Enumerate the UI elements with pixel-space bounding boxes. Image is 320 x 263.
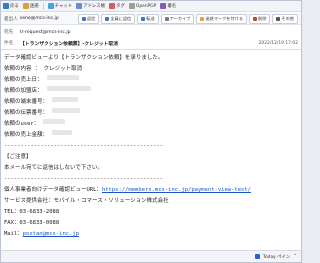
chat-icon xyxy=(47,3,54,9)
archive-icon xyxy=(164,16,169,21)
more-icon xyxy=(276,16,281,21)
forward-button[interactable]: 転送 xyxy=(137,13,159,24)
more-button[interactable]: その他 xyxy=(272,13,298,24)
reply-all-button[interactable]: 全員に返信 xyxy=(101,13,136,24)
body-rule: ----------------------------------------… xyxy=(4,176,163,182)
subject-row: 件名 【トランザクション依頼票】-クレジット取消 2022/12/19 17:0… xyxy=(1,38,301,48)
footer-url-line: 個人事業者向けデータ確認ビューURL：https://members.mcs-i… xyxy=(4,185,298,196)
company-line: サービス提供会社：モバイル・コマース・ソリューション株式会社 xyxy=(4,198,169,204)
forward-icon xyxy=(141,16,146,21)
message-body: データ確認ビューより【トランザクション依頼】を承りました。 依頼の内容 ： クレ… xyxy=(4,53,298,249)
notice-text: 本メール宛てに返信はしないで下さい。 xyxy=(4,165,103,171)
archive-button[interactable]: アーカイブ xyxy=(160,13,195,24)
junk-icon xyxy=(200,16,205,21)
field-row: 依頼の売上日： xyxy=(4,75,298,86)
redacted-value xyxy=(52,97,79,102)
redacted-value xyxy=(52,108,81,113)
redacted-value xyxy=(52,130,73,135)
from-label: 差出人 xyxy=(4,16,18,22)
field-row: 依頼の売上金額： xyxy=(4,130,298,141)
mail-window: 戻る 迷惑 チャット アドレス帳 タグ OpenPGP 署名 差出人 seno@… xyxy=(0,0,302,263)
field-sep: ： xyxy=(42,99,49,105)
notice-title: 【ご注意】 xyxy=(4,154,32,160)
fax-line: FAX：03-6833-0088 xyxy=(4,220,60,226)
main-toolbar: 戻る 迷惑 チャット アドレス帳 タグ OpenPGP 署名 xyxy=(1,1,301,12)
reply-button[interactable]: 返信 xyxy=(77,13,100,24)
to-row: 宛先 tr-request@mcs-inc.jp xyxy=(1,27,301,37)
reply-icon xyxy=(81,16,86,21)
status-bar: Today ペイン ⌃ xyxy=(1,250,301,262)
body-rule: ----------------------------------------… xyxy=(4,143,163,149)
tag-icon xyxy=(109,3,116,9)
toolbar-openpgp[interactable]: OpenPGP xyxy=(128,3,156,9)
chevron-up-icon[interactable]: ⌃ xyxy=(293,254,297,259)
field-sep: ： xyxy=(42,110,49,116)
field-row: 依頼の内容 ： クレジット取消 xyxy=(4,64,298,75)
to-label: 宛先 xyxy=(4,30,14,35)
subject-label: 件名 xyxy=(4,41,14,46)
address-book-icon xyxy=(76,3,83,9)
field-row: 依頼の伝票番号： xyxy=(4,108,298,119)
today-pane-toggle[interactable]: Today ペイン xyxy=(263,254,290,260)
mail-label: Mail： xyxy=(4,231,23,237)
toolbar-back[interactable]: 戻る xyxy=(3,3,19,9)
back-icon xyxy=(3,3,9,9)
tel-line: TEL：03-6833-2088 xyxy=(4,209,60,215)
key-icon xyxy=(128,3,135,9)
message-actions: 返信 全員に返信 転送 アーカイブ 迷惑マークを付ける 削除 その他 xyxy=(77,13,298,24)
redacted-value xyxy=(46,86,91,91)
field-key: 依頼の加盟店 xyxy=(4,88,38,94)
redacted-value xyxy=(43,119,66,124)
field-row: 依頼の端末番号： xyxy=(4,97,298,108)
field-key: 依頼の伝票番号 xyxy=(4,110,43,116)
field-row: 依頼の加盟店： xyxy=(4,86,298,97)
reply-all-icon xyxy=(105,16,110,21)
field-key: 依頼の端末番号 xyxy=(4,99,43,105)
header-divider xyxy=(1,49,301,50)
redacted-value xyxy=(46,75,79,80)
junk-button[interactable]: 迷惑マークを付ける xyxy=(196,13,248,24)
toolbar-signature[interactable]: 署名 xyxy=(160,3,176,9)
delete-button[interactable]: 削除 xyxy=(249,13,271,24)
delete-icon xyxy=(253,16,258,21)
field-sep: ： xyxy=(42,132,49,138)
field-sep: ： xyxy=(31,66,44,72)
field-sep: ： xyxy=(37,77,43,83)
field-key: 依頼のuser xyxy=(4,121,34,127)
field-key: 依頼の内容 xyxy=(4,66,32,72)
signature-icon xyxy=(160,3,167,9)
mail-link[interactable]: postan@mcs-inc.jp xyxy=(23,231,79,237)
field-key: 依頼の売上金額 xyxy=(4,132,43,138)
message-date: 2022/12/19 17:02 xyxy=(258,40,298,46)
subject-text: 【トランザクション依頼票】-クレジット取消 xyxy=(20,41,118,47)
today-pane-icon xyxy=(255,254,261,259)
footer-url-label: 個人事業者向けデータ確認ビューURL： xyxy=(4,187,102,193)
field-row: 依頼のuser： xyxy=(4,119,298,130)
from-address[interactable]: seno@mcs-inc.jp xyxy=(20,16,59,21)
toolbar-spam[interactable]: 迷惑 xyxy=(22,3,39,9)
to-address[interactable]: tr-request@mcs-inc.jp xyxy=(20,30,71,35)
toolbar-chat[interactable]: チャット xyxy=(47,3,72,9)
toolbar-divider xyxy=(42,2,44,10)
footer-url-link[interactable]: https://members.mcs-inc.jp/payment-view-… xyxy=(102,187,251,193)
field-key: 依頼の売上日 xyxy=(4,77,38,83)
field-value: クレジット取消 xyxy=(43,66,83,72)
mail-line: Mail：postan@mcs-inc.jp xyxy=(4,229,298,240)
message-header-bar: 差出人 seno@mcs-inc.jp 返信 全員に返信 転送 アーカイブ 迷惑… xyxy=(1,13,301,25)
field-sep: ： xyxy=(33,121,40,127)
toolbar-tag[interactable]: タグ xyxy=(109,3,125,9)
toolbar-address-book[interactable]: アドレス帳 xyxy=(76,3,105,9)
spam-icon xyxy=(22,3,29,9)
body-intro: データ確認ビューより【トランザクション依頼】を承りました。 xyxy=(4,55,164,61)
field-sep: ： xyxy=(37,88,43,94)
